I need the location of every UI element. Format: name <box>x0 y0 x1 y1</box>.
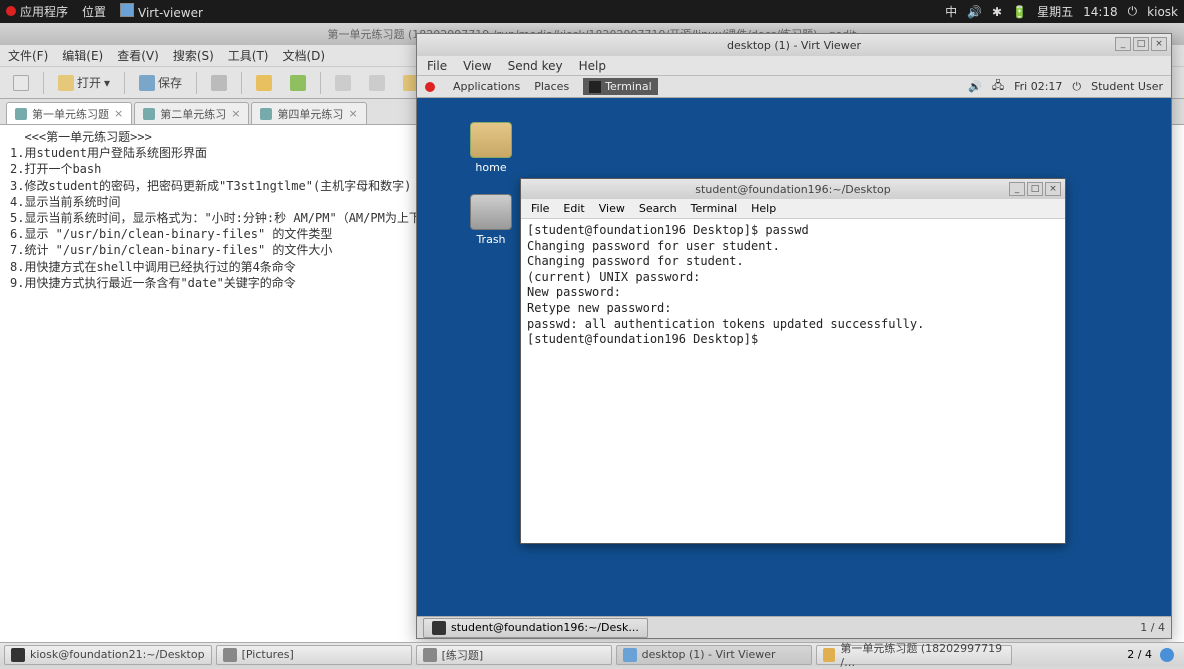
menu-tools[interactable]: 工具(T) <box>228 47 269 64</box>
tab-unit2[interactable]: 第二单元练习× <box>134 102 249 124</box>
clock-time[interactable]: 14:18 <box>1083 5 1118 19</box>
show-desktop-icon[interactable] <box>1160 648 1174 662</box>
bluetooth-icon[interactable]: ✱ <box>992 5 1002 19</box>
close-icon[interactable]: × <box>231 107 240 120</box>
home-desktop-icon[interactable]: home <box>461 122 521 174</box>
term-menu-view[interactable]: View <box>599 202 625 215</box>
home-icon <box>470 122 512 158</box>
clock-day[interactable]: 星期五 <box>1037 3 1073 20</box>
redo-button[interactable] <box>283 71 313 95</box>
task-gedit[interactable]: 第一单元练习题 (18202997719 /… <box>816 645 1012 665</box>
terminal-menubar: File Edit View Search Terminal Help <box>521 199 1065 219</box>
maximize-button[interactable]: □ <box>1027 182 1043 196</box>
host-top-panel: 应用程序 位置 Virt-viewer 中 🔊 ✱ 🔋 星期五 14:18 ⏻ … <box>0 0 1184 23</box>
print-button[interactable] <box>204 71 234 95</box>
close-icon[interactable]: × <box>114 107 123 120</box>
guest-desktop[interactable]: home Trash student@foundation196:~/Deskt… <box>417 98 1171 616</box>
open-button[interactable]: 打开 ▾ <box>51 70 117 95</box>
host-taskbar: kiosk@foundation21:~/Desktop [Pictures] … <box>0 642 1184 666</box>
virt-menu-sendkey[interactable]: Send key <box>508 59 563 73</box>
trash-desktop-icon[interactable]: Trash <box>461 194 521 246</box>
guest-top-panel: Applications Places Terminal 🔊 🖧 Fri 02:… <box>417 76 1171 98</box>
menu-edit[interactable]: 编辑(E) <box>62 47 103 64</box>
virt-menu-view[interactable]: View <box>463 59 491 73</box>
close-button[interactable]: × <box>1151 37 1167 51</box>
menu-docs[interactable]: 文档(D) <box>283 47 326 64</box>
virt-menu-file[interactable]: File <box>427 59 447 73</box>
save-button[interactable]: 保存 <box>132 70 189 95</box>
guest-workspace[interactable]: 1 / 4 <box>1140 621 1165 634</box>
trash-icon <box>470 194 512 230</box>
terminal-window: student@foundation196:~/Desktop _ □ × Fi… <box>520 178 1066 544</box>
term-menu-help[interactable]: Help <box>751 202 776 215</box>
guest-task-terminal[interactable]: student@foundation196:~/Desk... <box>423 618 648 638</box>
activities-icon[interactable] <box>425 82 435 92</box>
minimize-button[interactable]: _ <box>1115 37 1131 51</box>
undo-button[interactable] <box>249 71 279 95</box>
term-menu-edit[interactable]: Edit <box>563 202 584 215</box>
term-menu-search[interactable]: Search <box>639 202 677 215</box>
guest-taskbar: student@foundation196:~/Desk... 1 / 4 <box>417 616 1171 638</box>
term-menu-terminal[interactable]: Terminal <box>691 202 738 215</box>
host-workspace[interactable]: 2 / 4 <box>1127 648 1152 661</box>
virt-titlebar[interactable]: desktop (1) - Virt Viewer _ □ × <box>417 34 1171 56</box>
terminal-titlebar[interactable]: student@foundation196:~/Desktop _ □ × <box>521 179 1065 199</box>
new-button[interactable] <box>6 71 36 95</box>
guest-places[interactable]: Places <box>534 80 569 93</box>
places-menu[interactable]: 位置 <box>82 3 106 20</box>
task-pictures[interactable]: [Pictures] <box>216 645 412 665</box>
virtviewer-indicator[interactable]: Virt-viewer <box>120 3 203 20</box>
menu-search[interactable]: 搜索(S) <box>173 47 214 64</box>
maximize-button[interactable]: □ <box>1133 37 1149 51</box>
task-exercises[interactable]: [练习题] <box>416 645 612 665</box>
terminal-content[interactable]: [student@foundation196 Desktop]$ passwd … <box>521 219 1065 352</box>
guest-apps[interactable]: Applications <box>453 80 520 93</box>
guest-terminal-indicator[interactable]: Terminal <box>583 78 658 95</box>
volume-icon[interactable]: 🔊 <box>967 5 982 19</box>
close-button[interactable]: × <box>1045 182 1061 196</box>
task-virtviewer[interactable]: desktop (1) - Virt Viewer <box>616 645 812 665</box>
power-icon[interactable]: ⏻ <box>1072 80 1081 94</box>
tab-unit1[interactable]: 第一单元练习题× <box>6 102 132 124</box>
battery-icon[interactable]: 🔋 <box>1012 5 1027 19</box>
menu-file[interactable]: 文件(F) <box>8 47 48 64</box>
apps-menu[interactable]: 应用程序 <box>6 3 68 20</box>
power-icon[interactable]: ⏻ <box>1128 4 1138 19</box>
tab-unit4[interactable]: 第四单元练习× <box>251 102 366 124</box>
term-menu-file[interactable]: File <box>531 202 549 215</box>
ime-indicator[interactable]: 中 <box>945 3 957 20</box>
minimize-button[interactable]: _ <box>1009 182 1025 196</box>
task-kiosk-terminal[interactable]: kiosk@foundation21:~/Desktop <box>4 645 212 665</box>
menu-view[interactable]: 查看(V) <box>117 47 159 64</box>
user-label[interactable]: kiosk <box>1147 5 1178 19</box>
guest-user[interactable]: Student User <box>1091 80 1163 93</box>
virt-menu-help[interactable]: Help <box>579 59 606 73</box>
virt-menubar: File View Send key Help <box>417 56 1171 76</box>
close-icon[interactable]: × <box>348 107 357 120</box>
copy-button[interactable] <box>362 71 392 95</box>
guest-clock[interactable]: Fri 02:17 <box>1014 80 1062 93</box>
cut-button[interactable] <box>328 71 358 95</box>
network-icon[interactable]: 🖧 <box>992 77 1004 96</box>
volume-icon[interactable]: 🔊 <box>968 80 982 93</box>
virt-viewer-window: desktop (1) - Virt Viewer _ □ × File Vie… <box>416 33 1172 639</box>
